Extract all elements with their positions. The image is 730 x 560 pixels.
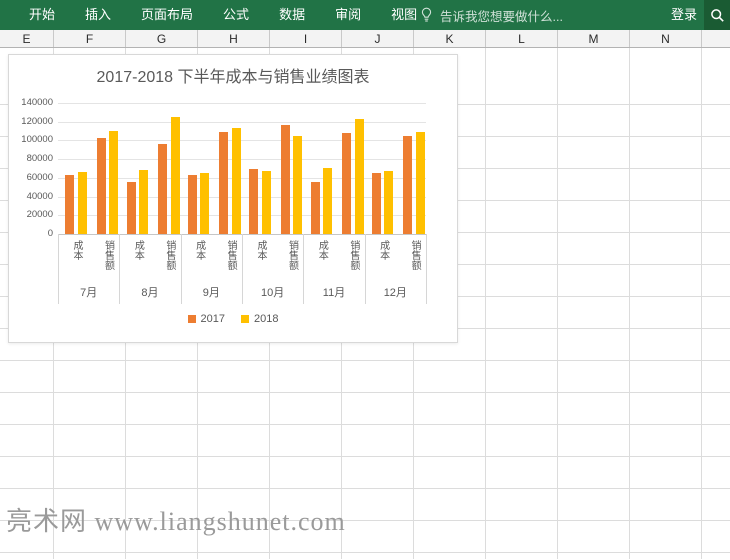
column-header-J[interactable]: J [342,30,414,47]
x-axis-subcategory-label: 成本 [69,240,83,282]
category-separator [426,234,427,304]
watermark: 亮术网 www.liangshunet.com [6,501,346,538]
chart-bar-2018-11月-成本[interactable] [323,168,332,234]
x-axis-subcategory-label: 销售额 [101,240,115,282]
chart-bar-2018-10月-销售额[interactable] [293,136,302,234]
tell-me-placeholder: 告诉我您想要做什么... [440,6,563,25]
chart-object[interactable]: 2017-2018 下半年成本与销售业绩图表 0 20000 40000 60000 8… [8,54,458,343]
x-axis-category-label: 12月 [365,284,426,298]
x-axis-subcategory-label: 销售额 [407,240,421,282]
chart-bar-2017-8月-成本[interactable] [127,182,136,234]
y-axis-tick-label: 100000 [9,135,53,145]
column-header-I[interactable]: I [270,30,342,47]
chart-legend: 2017 2018 [9,313,457,325]
chart-bar-2017-7月-销售额[interactable] [97,138,106,234]
chart-bar-2017-11月-销售额[interactable] [342,133,351,234]
chart-bar-2017-9月-成本[interactable] [188,175,197,234]
chart-bar-2017-12月-成本[interactable] [372,173,381,234]
column-header-K[interactable]: K [414,30,486,47]
chart-bar-2018-8月-成本[interactable] [139,170,148,234]
chart-bar-2018-7月-销售额[interactable] [109,131,118,234]
legend-label: 2017 [201,313,225,325]
x-axis-category-label: 9月 [181,284,242,298]
ribbon-tabs: 开始 插入 页面布局 公式 数据 审阅 视图 [14,0,432,30]
column-header-F[interactable]: F [54,30,126,47]
y-axis-tick-label: 40000 [9,192,53,202]
sheet-grid[interactable]: 2017-2018 下半年成本与销售业绩图表 0 20000 40000 60000 8… [0,48,730,559]
legend-item-2017: 2017 [188,313,225,325]
tab-data[interactable]: 数据 [264,0,320,30]
x-axis-subcategory-label: 成本 [253,240,267,282]
x-axis-subcategory-label: 成本 [192,240,206,282]
chart-bar-2018-7月-成本[interactable] [78,172,87,234]
chart-bar-2018-8月-销售额[interactable] [171,117,180,234]
x-axis-category-label: 8月 [119,284,180,298]
column-headers: E F G H I J K L M N [0,30,730,48]
chart-bar-2018-10月-成本[interactable] [262,171,271,234]
legend-item-2018: 2018 [241,313,278,325]
legend-swatch [241,315,249,323]
y-axis-tick-label: 20000 [9,210,53,220]
column-header-G[interactable]: G [126,30,198,47]
y-axis-tick-label: 0 [9,229,53,239]
chart-bar-2018-12月-销售额[interactable] [416,132,425,234]
chart-bar-2018-11月-销售额[interactable] [355,119,364,234]
chart-bar-2017-10月-销售额[interactable] [281,125,290,234]
x-axis-category-label: 11月 [303,284,364,298]
tab-page-layout[interactable]: 页面布局 [126,0,208,30]
x-axis-subcategory-label: 成本 [314,240,328,282]
column-header-N[interactable]: N [630,30,702,47]
column-header-M[interactable]: M [558,30,630,47]
chart-bar-2017-10月-成本[interactable] [249,169,258,234]
chart-bar-2018-9月-成本[interactable] [200,173,209,234]
y-axis-tick-label: 120000 [9,117,53,127]
column-header-partial[interactable] [702,30,730,47]
x-axis-subcategory-label: 销售额 [346,240,360,282]
x-axis-subcategory-label: 成本 [376,240,390,282]
x-axis-subcategory-label: 销售额 [285,240,299,282]
sign-in-button[interactable]: 登录 [671,0,697,30]
x-axis-category-label: 10月 [242,284,303,298]
chart-bar-2017-12月-销售额[interactable] [403,136,412,234]
chart-gridline [58,122,426,123]
x-axis-subcategory-label: 销售额 [223,240,237,282]
legend-swatch [188,315,196,323]
chart-bar-2017-7月-成本[interactable] [65,175,74,234]
chart-gridline [58,103,426,104]
column-header-E[interactable]: E [0,30,54,47]
tab-insert[interactable]: 插入 [70,0,126,30]
x-axis-subcategory-label: 成本 [130,240,144,282]
y-axis-tick-label: 60000 [9,173,53,183]
tab-review[interactable]: 审阅 [320,0,376,30]
chart-bar-2018-12月-成本[interactable] [384,171,393,234]
chart-bar-2017-9月-销售额[interactable] [219,132,228,234]
chart-bar-2017-11月-成本[interactable] [311,182,320,234]
ribbon-tab-bar: 开始 插入 页面布局 公式 数据 审阅 视图 告诉我您想要做什么... 登录 [0,0,730,30]
x-axis-subcategory-label: 销售额 [162,240,176,282]
lightbulb-icon [420,7,433,23]
x-axis-category-label: 7月 [58,284,119,298]
y-axis-tick-label: 140000 [9,98,53,108]
search-button[interactable] [704,0,730,30]
chart-bar-2018-9月-销售额[interactable] [232,128,241,234]
y-axis-tick-label: 80000 [9,154,53,164]
legend-label: 2018 [254,313,278,325]
column-header-L[interactable]: L [486,30,558,47]
magnifier-icon [710,8,725,23]
column-header-H[interactable]: H [198,30,270,47]
chart-bar-2017-8月-销售额[interactable] [158,144,167,234]
tell-me-box[interactable]: 告诉我您想要做什么... [420,0,563,30]
tab-home[interactable]: 开始 [14,0,70,30]
chart-title: 2017-2018 下半年成本与销售业绩图表 [9,63,457,87]
tab-formulas[interactable]: 公式 [208,0,264,30]
